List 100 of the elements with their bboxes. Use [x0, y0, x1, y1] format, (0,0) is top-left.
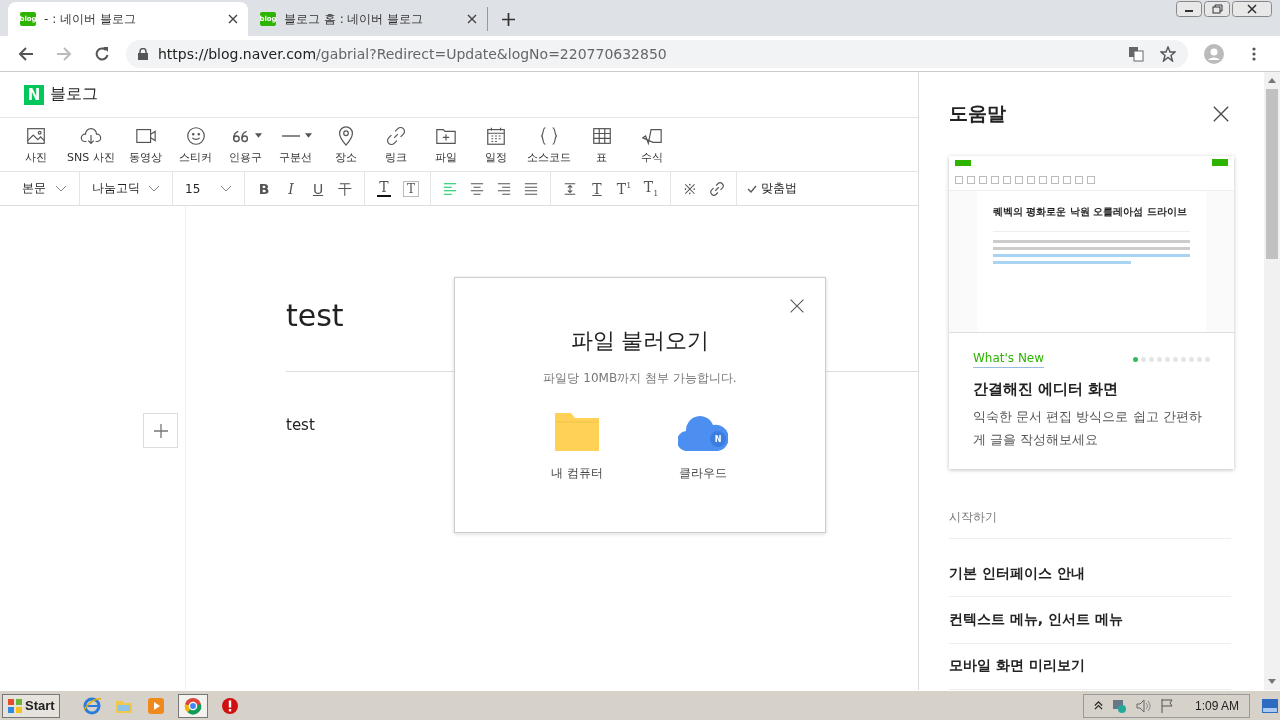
pager-dot[interactable]: [1205, 356, 1211, 362]
strike-button[interactable]: 干: [334, 177, 356, 200]
media-player-icon[interactable]: [145, 695, 166, 716]
reload-icon[interactable]: [94, 45, 110, 62]
toolbar-button[interactable]: 동영상: [123, 118, 168, 171]
show-desktop-icon[interactable]: [1262, 697, 1278, 714]
sup-button[interactable]: T$^{1}$: [613, 177, 635, 200]
help-link[interactable]: 기본 인터페이스 안내: [949, 550, 1231, 598]
plus-icon[interactable]: [502, 13, 515, 26]
toolbar-button[interactable]: 링크: [373, 118, 418, 171]
toolbar-button[interactable]: 스티커: [173, 118, 218, 171]
pager-dot[interactable]: [1189, 356, 1195, 362]
help-link[interactable]: 모바일 화면 미리보기: [949, 643, 1231, 690]
chevron-icon[interactable]: [1093, 701, 1103, 710]
taskbar-button[interactable]: [177, 693, 208, 718]
logo-text[interactable]: 블로그: [50, 84, 98, 105]
speaker-icon[interactable]: [1134, 697, 1151, 714]
link-icon: [384, 124, 407, 147]
pager-dot[interactable]: [1173, 356, 1179, 362]
scroll-up-icon[interactable]: [1268, 78, 1276, 83]
toolbar-button[interactable]: 파일: [423, 118, 468, 171]
subs-button[interactable]: T$_{1}$: [640, 177, 662, 200]
cloud-option[interactable]: N 클라우드: [670, 413, 736, 482]
cloud-icon: [678, 413, 728, 451]
section-label: What's New: [973, 350, 1045, 368]
toolbar-button[interactable]: SNS 사진: [64, 118, 118, 171]
star-icon[interactable]: [1160, 45, 1176, 62]
flag-icon[interactable]: [1158, 697, 1175, 714]
close-icon[interactable]: [228, 14, 238, 24]
network-icon[interactable]: [1110, 697, 1127, 714]
close-icon[interactable]: [1212, 104, 1231, 123]
pager-dot[interactable]: [1197, 356, 1203, 362]
help-link[interactable]: 컨텍스트 메뉴, 인서트 메뉴: [949, 597, 1231, 644]
minimize-icon[interactable]: [1176, 1, 1202, 17]
chrome-icon: [183, 696, 202, 715]
post-body[interactable]: test: [286, 416, 315, 434]
toolbar-button[interactable]: 표: [579, 118, 624, 171]
toolbar-button[interactable]: 소스코드: [523, 118, 574, 171]
scroll-down-icon[interactable]: [1268, 679, 1276, 684]
pager-dot[interactable]: [1165, 356, 1171, 362]
scrollbar[interactable]: [1264, 72, 1280, 690]
lock-icon: [138, 47, 148, 60]
align-right-icon: [497, 181, 511, 196]
clock[interactable]: 1:09 AM: [1194, 698, 1239, 713]
pager-dot[interactable]: [1141, 356, 1147, 362]
pager-dot[interactable]: [1181, 356, 1187, 362]
align-left-icon: [443, 181, 457, 196]
browser-icon[interactable]: [81, 695, 102, 716]
justify-icon: [524, 181, 538, 196]
toolbar-button[interactable]: 수식: [629, 118, 674, 171]
computer-option[interactable]: 내 컴퓨터: [544, 413, 610, 482]
pager-dot[interactable]: [1157, 356, 1163, 362]
add-button[interactable]: [143, 413, 178, 448]
underline-button[interactable]: U: [307, 177, 329, 200]
close-icon[interactable]: [789, 298, 805, 314]
toolbar-button[interactable]: 인용구: [223, 118, 268, 171]
card-heading: 간결해진 에디터 화면: [973, 379, 1120, 399]
chevron-icon: [220, 185, 232, 192]
chevron-icon: [148, 185, 160, 192]
toolbar-button[interactable]: 장소: [323, 118, 368, 171]
dropdown[interactable]: 15: [173, 171, 245, 206]
italic-button[interactable]: I: [280, 177, 302, 200]
translate-icon[interactable]: [1128, 45, 1144, 62]
restore-icon[interactable]: [1204, 1, 1230, 17]
preview-title: 퀘벡의 평화로운 낙원 오를레아섬 드라이브: [993, 204, 1188, 219]
logo-mark: [955, 159, 971, 166]
start-button[interactable]: Start: [2, 693, 60, 718]
close-icon[interactable]: [467, 14, 477, 24]
back-icon[interactable]: [18, 45, 34, 62]
dropdown[interactable]: 본문: [0, 171, 80, 206]
special-button[interactable]: ※: [679, 177, 701, 200]
dialog-title: 파일 불러오기: [570, 327, 710, 355]
windows-logo-icon: [7, 697, 23, 714]
pager-dot[interactable]: [1149, 356, 1155, 362]
spacing-button[interactable]: T: [586, 177, 608, 200]
caret-icon: [254, 133, 262, 138]
spellcheck-button[interactable]: 맞춤법: [737, 180, 797, 197]
toolbar-button[interactable]: 사진: [14, 118, 58, 171]
link-icon: [710, 181, 724, 196]
pager-dot[interactable]: [1133, 356, 1139, 362]
dialog-subtitle: 파일당 10MB까지 첨부 가능합니다.: [543, 370, 737, 387]
align-center-icon: [470, 181, 484, 196]
url-host: https://blog.naver.com: [158, 45, 317, 62]
color-button[interactable]: T: [373, 177, 395, 200]
folder-icon: [552, 413, 602, 451]
smiley-icon: [184, 124, 207, 147]
close-icon[interactable]: [1232, 1, 1272, 17]
toolbar-button[interactable]: 구분선: [273, 118, 318, 171]
card-text: 익숙한 문서 편집 방식으로 쉽고 간편하게 글을 작성해보세요: [973, 407, 1203, 449]
check-icon: [747, 184, 757, 193]
dropdown[interactable]: 나눔고딕: [80, 171, 173, 206]
bold-button[interactable]: B: [253, 177, 275, 200]
caret-icon: [304, 133, 312, 138]
toolbar-button[interactable]: 일정: [473, 118, 518, 171]
url-path: /gabrial?Redirect=Update&logNo=220770632850: [316, 45, 667, 62]
section-heading: 시작하기: [949, 508, 1231, 539]
stop-icon[interactable]: [219, 695, 240, 716]
scrollbar-thumb[interactable]: [1266, 89, 1278, 259]
plus-icon: [152, 422, 169, 439]
address-bar[interactable]: https://blog.naver.com/gabrial?Redirect=Update&logNo=220770632850: [126, 39, 1188, 68]
